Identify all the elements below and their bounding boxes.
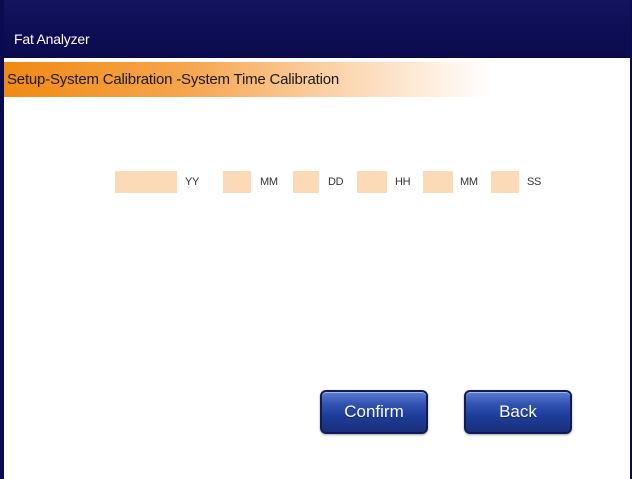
breadcrumb-bar: Setup-System Calibration -System Time Ca… (4, 62, 630, 97)
back-button[interactable]: Back (464, 390, 572, 434)
title-bar: Fat Analyzer (4, 0, 630, 58)
minute-unit-label: MM (460, 176, 478, 188)
app-window: Fat Analyzer Setup-System Calibration -S… (0, 0, 632, 479)
minute-input[interactable] (423, 171, 453, 193)
year-input[interactable] (115, 171, 177, 193)
month-unit-label: MM (260, 176, 278, 188)
window-title: Fat Analyzer (14, 31, 90, 47)
second-input[interactable] (491, 171, 519, 193)
month-input[interactable] (223, 171, 251, 193)
year-unit-label: YY (185, 176, 200, 188)
second-unit-label: SS (527, 176, 542, 188)
hour-input[interactable] (357, 171, 387, 193)
hour-unit-label: HH (395, 176, 411, 188)
breadcrumb: Setup-System Calibration -System Time Ca… (7, 71, 339, 88)
confirm-button[interactable]: Confirm (320, 390, 428, 434)
day-unit-label: DD (328, 176, 344, 188)
day-input[interactable] (293, 171, 319, 193)
